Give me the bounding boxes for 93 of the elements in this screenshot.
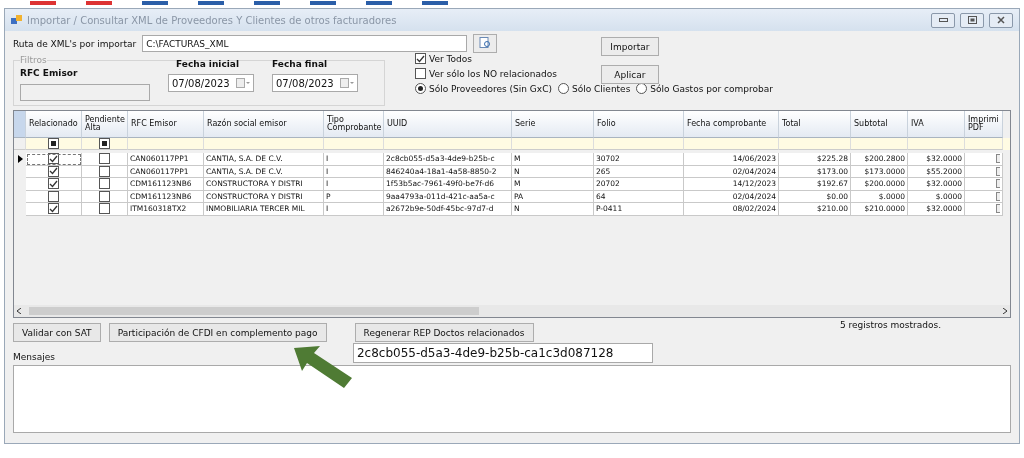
pdf-cell[interactable]	[965, 203, 1003, 216]
action-button[interactable]: Importar	[600, 37, 659, 56]
arrow-annotation	[292, 344, 354, 390]
action-button[interactable]: Validar con SAT	[13, 323, 101, 342]
filter-cell[interactable]	[384, 138, 512, 150]
action-button[interactable]: Aplicar	[600, 65, 659, 84]
filter-checkbox[interactable]	[99, 138, 110, 149]
column-header[interactable]: Tipo Comprobante	[324, 111, 384, 138]
row-checkbox[interactable]	[99, 190, 110, 202]
calendar-icon	[236, 78, 250, 88]
column-header[interactable]: IVA	[908, 111, 965, 138]
filter-cell[interactable]	[512, 138, 594, 150]
column-header[interactable]: Total	[779, 111, 851, 138]
checkbox-label: Ver Todos	[429, 53, 472, 64]
uuid-field[interactable]: 2c8cb055-d5a3-4de9-b25b-ca1c3d087128	[352, 343, 653, 363]
column-header[interactable]: Imprimi PDF	[965, 111, 1003, 138]
row-checkbox[interactable]	[99, 165, 110, 177]
messages-label: Mensajes	[13, 352, 55, 362]
radio-button[interactable]	[415, 83, 426, 94]
column-header[interactable]: Serie	[512, 111, 594, 138]
minimize-button[interactable]	[931, 12, 955, 28]
desktop-color-block	[422, 1, 448, 5]
filter-cell[interactable]	[779, 138, 851, 150]
filter-cell[interactable]	[684, 138, 779, 150]
column-header[interactable]: Relacionado	[26, 111, 82, 138]
filter-cell[interactable]	[851, 138, 908, 150]
filter-cell[interactable]	[204, 138, 324, 150]
filter-cell[interactable]	[82, 138, 128, 150]
end-date-label: Fecha final	[272, 59, 329, 69]
radio-label: Sólo Proveedores (Sin GxC)	[429, 83, 552, 94]
row-checkbox[interactable]	[48, 178, 59, 190]
filter-cell[interactable]	[324, 138, 384, 150]
desktop-color-block	[142, 1, 168, 5]
row-checkbox[interactable]	[48, 165, 59, 177]
row-checkbox[interactable]	[99, 178, 110, 190]
column-header[interactable]: Fecha comprobante	[684, 111, 779, 138]
path-field[interactable]: C:\FACTURAS_XML	[142, 35, 468, 52]
end-date-field[interactable]: 07/08/2023	[272, 74, 358, 92]
close-icon	[997, 16, 1005, 24]
row-checkbox[interactable]	[48, 153, 59, 165]
window-title: Importar / Consultar XML de Proveedores Y Clientes de otros facturadores	[27, 14, 398, 26]
browse-button[interactable]	[473, 34, 498, 53]
horizontal-scrollbar[interactable]	[14, 305, 1010, 317]
app-icon	[11, 15, 22, 25]
pdf-cell[interactable]	[965, 153, 1003, 166]
row-checkbox[interactable]	[99, 153, 110, 165]
maximize-button[interactable]	[960, 12, 984, 28]
filters-legend: Filtros	[20, 55, 47, 65]
radio-button[interactable]	[557, 83, 569, 94]
pdf-cell[interactable]	[965, 178, 1003, 191]
calendar-icon	[340, 78, 354, 88]
filter-cell[interactable]	[128, 138, 204, 150]
rfc-label: RFC Emisor	[20, 68, 79, 78]
filter-checkbox[interactable]	[48, 138, 59, 149]
column-header[interactable]: Pendiente Alta	[82, 111, 128, 138]
row-checkbox[interactable]	[99, 203, 110, 215]
start-date-label: Fecha inicial	[176, 59, 240, 69]
column-header[interactable]: Subtotal	[851, 111, 908, 138]
column-header[interactable]: UUID	[384, 111, 512, 138]
column-header[interactable]: Folio	[594, 111, 684, 138]
scroll-right-icon[interactable]	[1003, 308, 1007, 314]
start-date-field[interactable]: 07/08/2023	[168, 74, 254, 92]
filter-cell[interactable]	[908, 138, 965, 150]
path-label: Ruta de XML's por importar	[13, 38, 137, 49]
filter-cell[interactable]	[965, 138, 1003, 150]
checkbox[interactable]	[415, 53, 426, 64]
desktop-color-block	[310, 1, 336, 5]
desktop-color-block	[366, 1, 392, 5]
checkbox[interactable]	[415, 68, 426, 79]
current-row-icon	[17, 155, 23, 164]
radio-label: Sólo Clientes	[571, 83, 631, 94]
desktop-color-block	[86, 1, 112, 5]
checkbox-label: Ver sólo los NO relacionados	[429, 68, 557, 79]
close-button[interactable]	[989, 12, 1013, 28]
record-count: 5 registros mostrados.	[839, 320, 941, 330]
minimize-icon	[938, 17, 948, 23]
action-button[interactable]: Participación de CFDI en complemento pago	[108, 323, 327, 342]
desktop-color-block	[254, 1, 280, 5]
radio-label: Sólo Gastos por comprobar	[650, 83, 773, 94]
scroll-left-icon[interactable]	[17, 308, 21, 314]
column-header[interactable]: RFC Emisor	[128, 111, 204, 138]
rfc-field[interactable]	[20, 84, 150, 101]
row-checkbox[interactable]	[48, 190, 59, 202]
desktop-color-block	[198, 1, 224, 5]
row-header-corner	[14, 111, 26, 138]
action-button[interactable]: Regenerar REP Doctos relacionados	[354, 323, 534, 342]
filter-cell[interactable]	[26, 138, 82, 150]
desktop-color-block	[30, 1, 56, 5]
filter-cell[interactable]	[594, 138, 684, 150]
search-icon	[479, 37, 492, 48]
row-checkbox[interactable]	[48, 203, 59, 215]
column-header[interactable]: Razón social emisor	[204, 111, 324, 138]
maximize-icon	[967, 16, 977, 24]
